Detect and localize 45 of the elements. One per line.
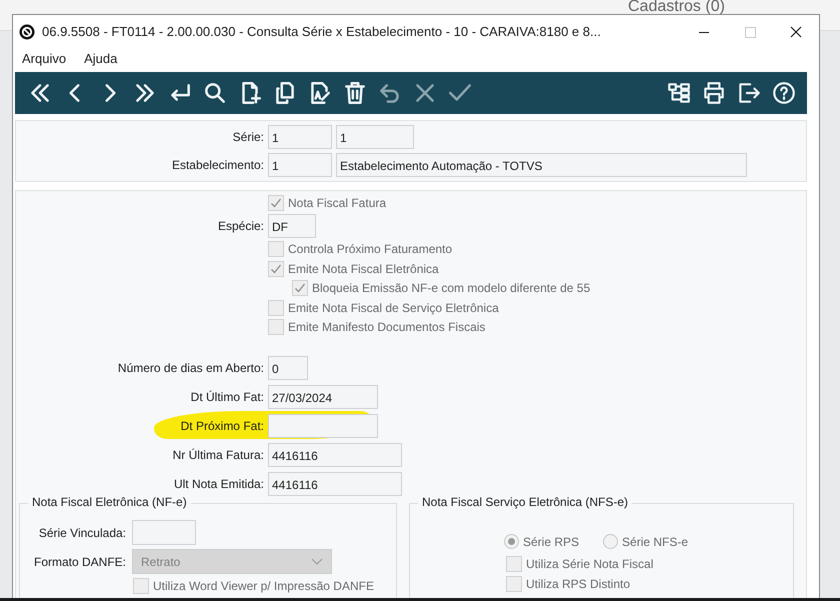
input-field[interactable] <box>268 414 378 438</box>
checkbox-label: Emite Manifesto Documentos Fiscais <box>288 320 486 334</box>
input-field[interactable]: 1 <box>336 125 414 149</box>
window-title: 06.9.5508 - FT0114 - 2.00.00.030 - Consulta Série x Estabelecimento - 10 - CARAIVA:8180 e 8... <box>42 24 602 39</box>
field-label: Dt Último Fat: <box>190 390 264 404</box>
field-label: Nr Última Fatura: <box>172 448 264 462</box>
trash-icon <box>342 80 368 106</box>
input-field[interactable]: DF <box>268 214 316 238</box>
input-field[interactable]: Estabelecimento Automação - TOTVS <box>336 153 747 177</box>
input-field[interactable]: 27/03/2024 <box>268 385 378 409</box>
field-label: Série Vinculada: <box>38 526 126 540</box>
checkbox-label: Utiliza RPS Distinto <box>526 576 630 591</box>
help-icon <box>771 80 797 106</box>
checkbox-label: Bloqueia Emissão NF-e com modelo diferente de 55 <box>312 281 590 296</box>
field-label: Ult Nota Emitida: <box>172 477 264 491</box>
field-label: Espécie: <box>216 219 264 233</box>
app-logo-icon <box>19 24 35 40</box>
checkbox-label: Emite Nota Fiscal de Serviço Eletrônica <box>288 300 499 315</box>
checkbox-label: Emite Nota Fiscal Eletrônica <box>288 262 439 276</box>
group-title: Nota Fiscal Serviço Eletrônica (NFS-e) <box>418 495 632 509</box>
field-label: Dt Próximo Fat: <box>180 419 264 433</box>
menu-item[interactable]: Ajuda <box>84 50 118 66</box>
field-label: Formato DANFE: <box>32 554 126 568</box>
input-field[interactable]: 4416116 <box>268 443 402 467</box>
checkbox-label: Controla Próximo Faturamento <box>288 242 452 256</box>
field-label: Estabelecimento: <box>170 158 264 172</box>
input-field[interactable]: 4416116 <box>268 472 402 496</box>
input-field[interactable] <box>132 520 196 545</box>
radio-label: Série NFS-e <box>622 534 688 549</box>
group-title: Nota Fiscal Eletrônica (NF-e) <box>28 495 191 509</box>
menu-item[interactable]: Arquivo <box>22 50 66 66</box>
help-button[interactable] <box>771 80 797 106</box>
field-label: Número de dias em Aberto: <box>116 361 264 375</box>
chevron-down-icon <box>311 558 323 566</box>
input-field[interactable]: 1 <box>268 125 332 149</box>
delete-button[interactable] <box>342 80 368 106</box>
input-field[interactable]: 0 <box>268 356 308 380</box>
radio-label: Série RPS <box>523 534 580 549</box>
search-button[interactable] <box>202 80 228 106</box>
checkbox-label: Nota Fiscal Fatura <box>288 196 386 210</box>
checkbox-label: Utiliza Word Viewer p/ Impressão DANFE <box>153 578 374 593</box>
checkbox-label: Utiliza Série Nota Fiscal <box>526 557 654 572</box>
field-label: Série: <box>232 130 264 144</box>
search-icon <box>202 80 228 106</box>
input-field[interactable]: 1 <box>268 153 332 177</box>
